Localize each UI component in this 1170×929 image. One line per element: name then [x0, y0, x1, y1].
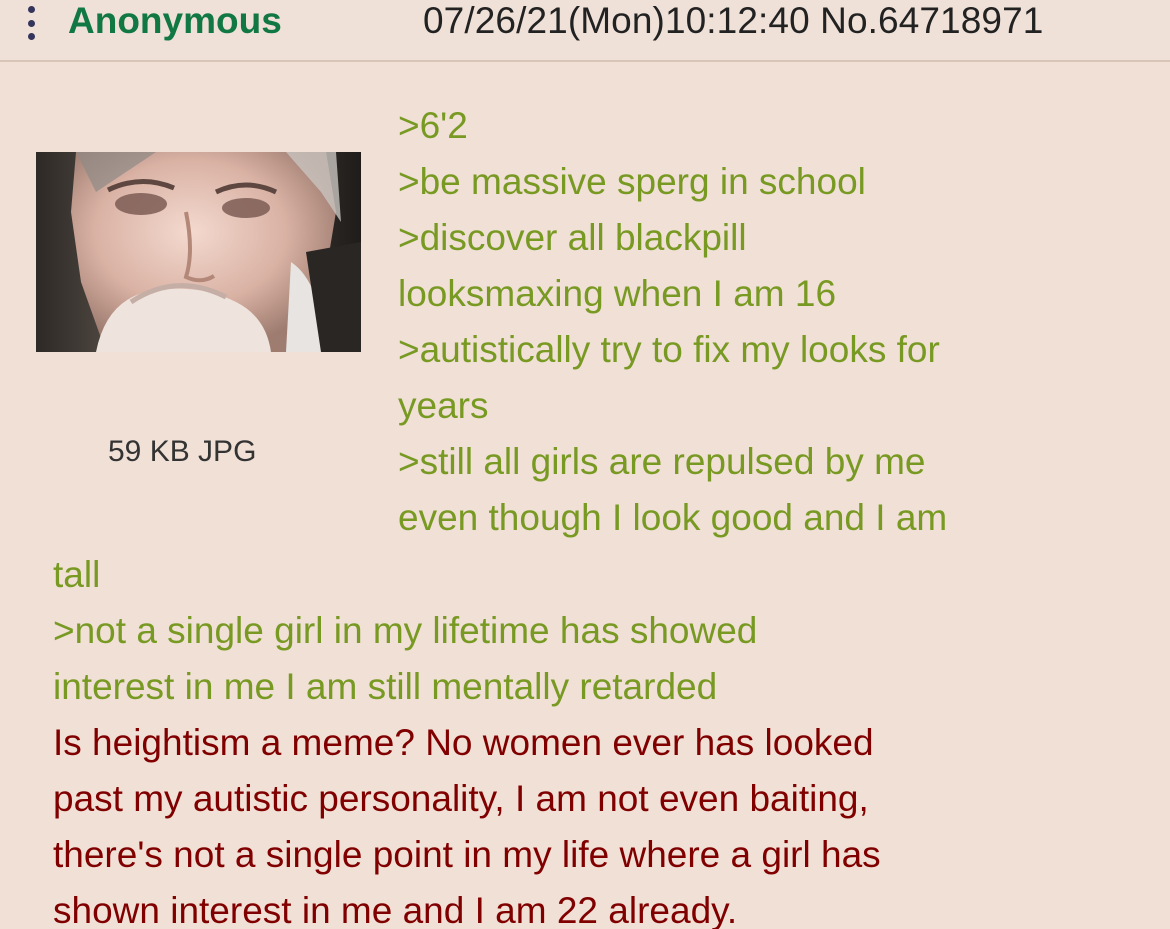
- post-body-line: there's not a single point in my life wh…: [53, 834, 881, 875]
- greentext-line: tall: [53, 554, 101, 595]
- greentext-line: >not a single girl in my lifetime has sh…: [53, 610, 758, 651]
- post-body-line: Is heightism a meme? No women ever has l…: [53, 722, 874, 763]
- greentext-line: even though I look good and I am: [398, 497, 948, 538]
- post-body-line: past my autistic personality, I am not e…: [53, 778, 869, 819]
- post-header: Anonymous 07/26/21(Mon)10:12:40 No.64718…: [0, 0, 1170, 62]
- man-thinking-photo-icon: [36, 152, 361, 352]
- post-container: Anonymous 07/26/21(Mon)10:12:40 No.64718…: [0, 0, 1170, 929]
- greentext-line: >discover all blackpill: [398, 217, 747, 258]
- greentext-line: >6'2: [398, 105, 468, 146]
- file-info[interactable]: 59 KB JPG: [108, 434, 256, 470]
- post-thumbnail-image[interactable]: [36, 152, 361, 352]
- greentext-line: looksmaxing when I am 16: [398, 273, 837, 314]
- post-body-line: shown interest in me and I am 22 already…: [53, 890, 738, 929]
- greentext-line: >autistically try to fix my looks for: [398, 329, 940, 370]
- poster-name: Anonymous: [68, 0, 282, 41]
- vertical-dots-icon[interactable]: [24, 6, 38, 40]
- greentext-line: years: [398, 385, 489, 426]
- greentext-line: >still all girls are repulsed by me: [398, 441, 926, 482]
- greentext-line: interest in me I am still mentally retar…: [53, 666, 718, 707]
- greentext-line: >be massive sperg in school: [398, 161, 866, 202]
- post-datetime-number[interactable]: 07/26/21(Mon)10:12:40 No.64718971: [423, 0, 1043, 44]
